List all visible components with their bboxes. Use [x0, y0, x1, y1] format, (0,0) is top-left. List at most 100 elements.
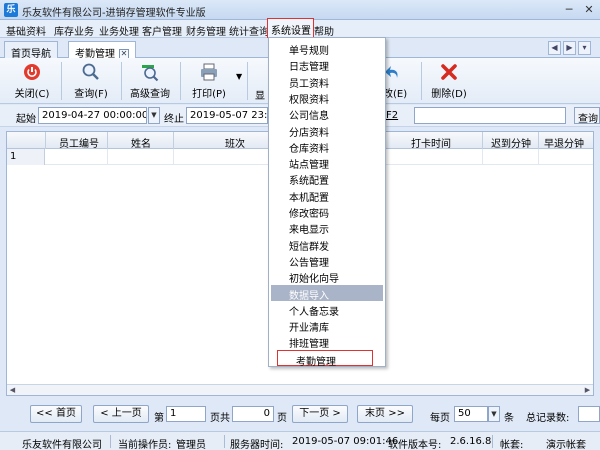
menu-finance[interactable]: 财务管理	[186, 23, 226, 38]
dropdown-item[interactable]: 权限资料	[271, 89, 383, 106]
menu-system-settings-label: 系统设置	[271, 26, 311, 37]
query-button[interactable]: 查询(F)	[66, 60, 116, 102]
keyword-input[interactable]	[414, 107, 566, 124]
advanced-query-label: 高级查询	[130, 89, 170, 100]
operator-label: 当前操作员:	[118, 440, 172, 450]
window-title: 乐友软件有限公司-进销存管理软件专业版	[22, 8, 206, 19]
close-button[interactable]: 关闭(C)	[8, 60, 56, 102]
tab-scroll-right-icon[interactable]: ▶	[563, 41, 576, 55]
menu-basic-data[interactable]: 基础资料	[6, 23, 46, 38]
version-label: 软件版本号:	[388, 440, 442, 450]
query-text-button[interactable]: 查询	[574, 107, 600, 124]
per-page-select[interactable]: 50	[454, 406, 488, 422]
column-punch-time[interactable]: 打卡时间	[411, 135, 451, 150]
show-button[interactable]: 显	[252, 60, 268, 102]
print-button[interactable]: 打印(P)	[186, 60, 232, 102]
dropdown-item[interactable]: 个人备忘录	[271, 301, 383, 318]
pager: << 首页 < 上一页 第 1 页共 0 页 下一页 > 末页 >> 每页 50…	[0, 400, 600, 428]
page-prefix-label: 第	[154, 413, 164, 424]
print-dropdown-icon[interactable]: ▼	[236, 72, 242, 81]
prev-page-button[interactable]: < 上一页	[93, 405, 149, 423]
first-page-button[interactable]: << 首页	[30, 405, 82, 423]
account-value: 演示帐套	[546, 440, 586, 450]
scroll-right-icon[interactable]: ▶	[582, 385, 593, 395]
column-late-minutes[interactable]: 迟到分钟	[491, 135, 531, 150]
tab-list-icon[interactable]: ▾	[578, 41, 591, 55]
server-time-label: 服务器时间:	[230, 440, 284, 450]
start-label: 起始	[16, 114, 36, 125]
dropdown-item[interactable]: 开业清库	[271, 317, 383, 334]
operator-value: 管理员	[176, 440, 206, 450]
cell-divider	[173, 149, 174, 165]
column-divider	[482, 132, 483, 149]
dropdown-item[interactable]: 初始化向导	[271, 268, 383, 285]
total-pages-label: 页共	[210, 413, 230, 424]
delete-label: 删除(D)	[431, 89, 467, 100]
cell-divider	[482, 149, 483, 165]
close-window-button[interactable]: ✕	[582, 3, 596, 17]
toolbar-divider	[421, 62, 422, 100]
edit-button[interactable]: 改(E)	[383, 60, 415, 102]
dropdown-item[interactable]: 员工资料	[271, 73, 383, 90]
dropdown-item[interactable]: 排班管理	[271, 333, 383, 350]
end-date-input[interactable]: 2019-05-07 23:5	[186, 107, 268, 124]
start-date-dropdown-icon[interactable]: ▼	[148, 107, 160, 124]
tab-home-nav[interactable]: 首页导航	[4, 41, 58, 60]
per-page-dropdown-icon[interactable]: ▼	[488, 406, 500, 422]
version-value: 2.6.16.8	[450, 436, 492, 447]
dropdown-item[interactable]: 来电显示	[271, 219, 383, 236]
dropdown-item[interactable]: 单号规则	[271, 40, 383, 57]
total-pages-field: 0	[232, 406, 274, 422]
page-suffix-label: 页	[277, 413, 287, 424]
next-page-button[interactable]: 下一页 >	[292, 405, 348, 423]
minimize-button[interactable]: ─	[562, 3, 576, 17]
dropdown-item[interactable]: 日志管理	[271, 56, 383, 73]
magnifier-icon	[82, 63, 99, 80]
total-records-field	[578, 406, 600, 422]
menu-business[interactable]: 业务处理	[99, 23, 139, 38]
column-early-leave-minutes[interactable]: 早退分钟	[544, 135, 584, 150]
column-employee-id[interactable]: 员工编号	[59, 135, 99, 150]
status-divider	[224, 435, 225, 448]
dropdown-item[interactable]: 本机配置	[271, 187, 383, 204]
power-icon	[24, 64, 40, 80]
column-shift[interactable]: 班次	[225, 135, 245, 150]
advanced-query-button[interactable]: 高级查询	[124, 60, 176, 102]
dropdown-item[interactable]: 数据导入	[271, 284, 383, 302]
menu-customer[interactable]: 客户管理	[142, 23, 182, 38]
menu-help[interactable]: 帮助	[314, 23, 334, 38]
window-controls: ─ ✕	[562, 3, 596, 17]
app-icon: 乐	[4, 3, 18, 17]
start-date-input[interactable]: 2019-04-27 00:00:00	[38, 107, 147, 124]
dropdown-item[interactable]: 短信群发	[271, 236, 383, 253]
status-divider	[110, 435, 111, 448]
tab-attendance[interactable]: 考勤管理 ✕	[68, 41, 136, 60]
total-records-label: 总记录数:	[526, 413, 570, 424]
dropdown-item[interactable]: 考勤管理	[277, 349, 373, 368]
status-bar: 乐友软件有限公司 当前操作员: 管理员 服务器时间: 2019-05-07 09…	[0, 431, 600, 450]
menu-system-settings[interactable]: 系统设置	[267, 18, 314, 38]
tab-scroll-left-icon[interactable]: ◀	[548, 41, 561, 55]
page-number-input[interactable]: 1	[166, 406, 206, 422]
row-number: 1	[7, 149, 45, 165]
dropdown-item[interactable]: 公司信息	[271, 105, 383, 122]
show-label: 显	[255, 91, 265, 102]
dropdown-item[interactable]: 系统配置	[271, 170, 383, 187]
advanced-search-icon	[142, 65, 159, 82]
cell-divider	[107, 149, 108, 165]
delete-button[interactable]: 删除(D)	[426, 60, 472, 102]
status-divider	[492, 435, 493, 448]
close-label: 关闭(C)	[14, 89, 50, 100]
horizontal-scrollbar[interactable]: ◀ ▶	[7, 384, 593, 395]
dropdown-item[interactable]: 公告管理	[271, 252, 383, 269]
last-page-button[interactable]: 末页 >>	[357, 405, 413, 423]
column-name[interactable]: 姓名	[131, 135, 151, 150]
dropdown-item[interactable]: 站点管理	[271, 154, 383, 171]
menu-inventory[interactable]: 库存业务	[54, 23, 94, 38]
dropdown-item[interactable]: 修改密码	[271, 203, 383, 220]
dropdown-item[interactable]: 仓库资料	[271, 138, 383, 155]
dropdown-item[interactable]: 分店资料	[271, 122, 383, 139]
menu-statistics[interactable]: 统计查询	[229, 23, 269, 38]
scroll-left-icon[interactable]: ◀	[7, 385, 18, 395]
print-label: 打印(P)	[192, 89, 226, 100]
